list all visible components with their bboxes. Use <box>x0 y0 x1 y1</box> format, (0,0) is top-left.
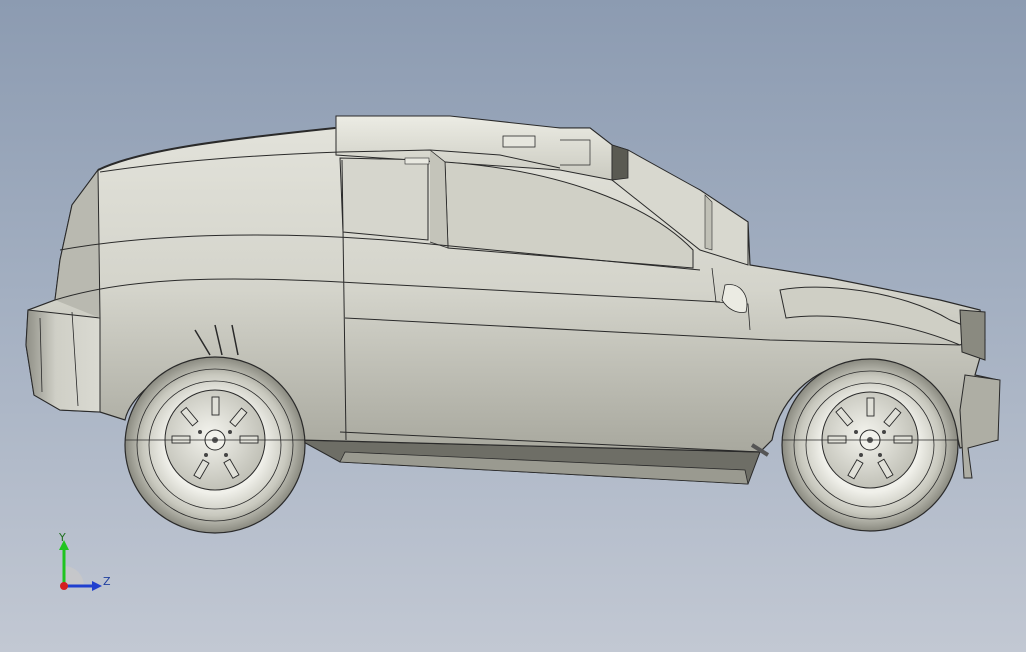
rear-side-window <box>339 157 429 241</box>
graphics-viewport[interactable]: Y Z <box>0 0 1026 652</box>
orientation-triad: Y Z <box>50 528 120 598</box>
front-bumper <box>959 374 1001 479</box>
triad-y-label: Y <box>59 531 66 544</box>
rear-bumper <box>25 309 101 413</box>
triad-z-label: Z <box>103 575 111 588</box>
suv-cad-model[interactable] <box>0 0 1026 652</box>
roof-vent <box>502 135 536 148</box>
front-wheel[interactable] <box>781 358 959 532</box>
rear-wheel[interactable] <box>124 356 306 534</box>
x-axis-point <box>60 582 68 590</box>
